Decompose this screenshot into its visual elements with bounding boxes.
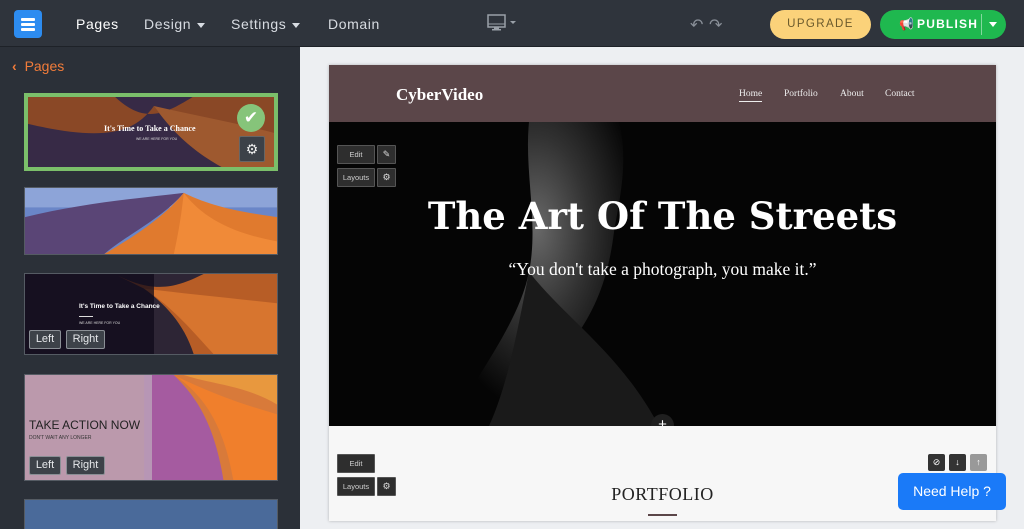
undo-icon[interactable]: ↶	[690, 15, 703, 35]
nav-pages[interactable]: Pages	[76, 16, 119, 32]
thumbnail-title: It's Time to Take a Chance	[79, 303, 160, 310]
move-up-icon[interactable]: ↑	[970, 454, 987, 471]
edit-button[interactable]: Edit	[337, 454, 375, 473]
align-right-button[interactable]: Right	[66, 456, 105, 475]
thumbnail-title: TAKE ACTION NOW	[29, 418, 141, 432]
thumbnail-subtitle: WE ARE HERE FOR YOU	[136, 137, 178, 141]
upgrade-button[interactable]: UPGRADE	[770, 10, 871, 39]
dune-image	[25, 188, 277, 254]
nav-settings[interactable]: Settings	[231, 16, 301, 32]
publish-label: PUBLISH	[917, 17, 979, 31]
pages-sidebar: ‹ Pages It's Time to Take a Chance WE AR…	[0, 47, 300, 529]
hero-quote[interactable]: “You don't take a photograph, you make i…	[329, 259, 996, 280]
page-layout-thumbnail-1[interactable]: It's Time to Take a Chance WE ARE HERE F…	[24, 93, 278, 171]
need-help-button[interactable]: Need Help ?	[898, 473, 1006, 510]
menu-about[interactable]: About	[840, 89, 864, 99]
checkmark-icon: ✔	[237, 104, 265, 132]
edit-button[interactable]: Edit	[337, 145, 375, 164]
site-preview: CyberVideo Home Portfolio About Contact …	[329, 65, 996, 521]
pages-logo-icon[interactable]	[14, 10, 42, 38]
thumbnail-title: It's Time to Take a Chance	[104, 124, 196, 133]
page-layout-thumbnail-5[interactable]	[24, 499, 278, 529]
thumbnail-subtitle: WE ARE HERE FOR YOU	[79, 321, 121, 325]
redo-icon[interactable]: ↷	[709, 15, 722, 35]
thumbnail-subtitle: DON'T WAIT ANY LONGER	[29, 435, 92, 441]
hero-section[interactable]: The Art Of The Streets “You don't take a…	[329, 122, 996, 426]
layouts-button[interactable]: Layouts	[337, 168, 375, 187]
nav-design[interactable]: Design	[144, 16, 206, 32]
magic-wand-icon[interactable]: ✎	[377, 145, 396, 164]
align-left-button[interactable]: Left	[29, 456, 61, 475]
portfolio-title[interactable]: PORTFOLIO	[329, 484, 996, 505]
portfolio-section[interactable]: Edit Layouts ⚙ ⊘ ↓ ↑ PORTFOLIO	[329, 426, 996, 521]
hide-section-icon[interactable]: ⊘	[928, 454, 945, 471]
menu-home[interactable]: Home	[739, 89, 763, 102]
site-header: CyberVideo Home Portfolio About Contact	[329, 65, 996, 122]
chevron-left-icon: ‹	[12, 58, 17, 74]
align-right-button[interactable]: Right	[66, 330, 105, 349]
dune-image	[25, 500, 277, 529]
dune-image	[25, 274, 277, 354]
editor-canvas: CyberVideo Home Portfolio About Contact …	[300, 47, 1024, 529]
back-label: Pages	[24, 58, 65, 74]
title-underline	[648, 514, 677, 516]
publish-button[interactable]: 📢 PUBLISH	[880, 10, 1006, 39]
chevron-down-icon[interactable]	[989, 22, 997, 27]
top-bar: Pages Design Settings Domain ↶ ↷ UPGRADE…	[0, 0, 1024, 47]
desktop-monitor-icon[interactable]	[487, 14, 519, 34]
megaphone-icon: 📢	[899, 17, 916, 31]
menu-portfolio[interactable]: Portfolio	[784, 89, 818, 99]
back-to-pages-link[interactable]: ‹ Pages	[12, 58, 64, 74]
page-layout-thumbnail-3[interactable]: It's Time to Take a Chance WE ARE HERE F…	[24, 273, 278, 355]
hero-title[interactable]: The Art Of The Streets	[329, 194, 996, 238]
publish-divider	[981, 14, 982, 35]
move-down-icon[interactable]: ↓	[949, 454, 966, 471]
gear-icon[interactable]: ⚙	[239, 136, 265, 162]
chevron-down-icon	[292, 22, 301, 28]
thumbnail-divider	[79, 316, 93, 317]
nav-domain[interactable]: Domain	[328, 16, 380, 32]
site-brand[interactable]: CyberVideo	[396, 85, 483, 105]
chevron-down-icon	[197, 22, 206, 28]
page-layout-thumbnail-2[interactable]	[24, 187, 278, 255]
page-layout-thumbnail-4[interactable]: TAKE ACTION NOW DON'T WAIT ANY LONGER Le…	[24, 374, 278, 481]
align-left-button[interactable]: Left	[29, 330, 61, 349]
menu-contact[interactable]: Contact	[885, 89, 915, 99]
gear-icon[interactable]: ⚙	[377, 168, 396, 187]
